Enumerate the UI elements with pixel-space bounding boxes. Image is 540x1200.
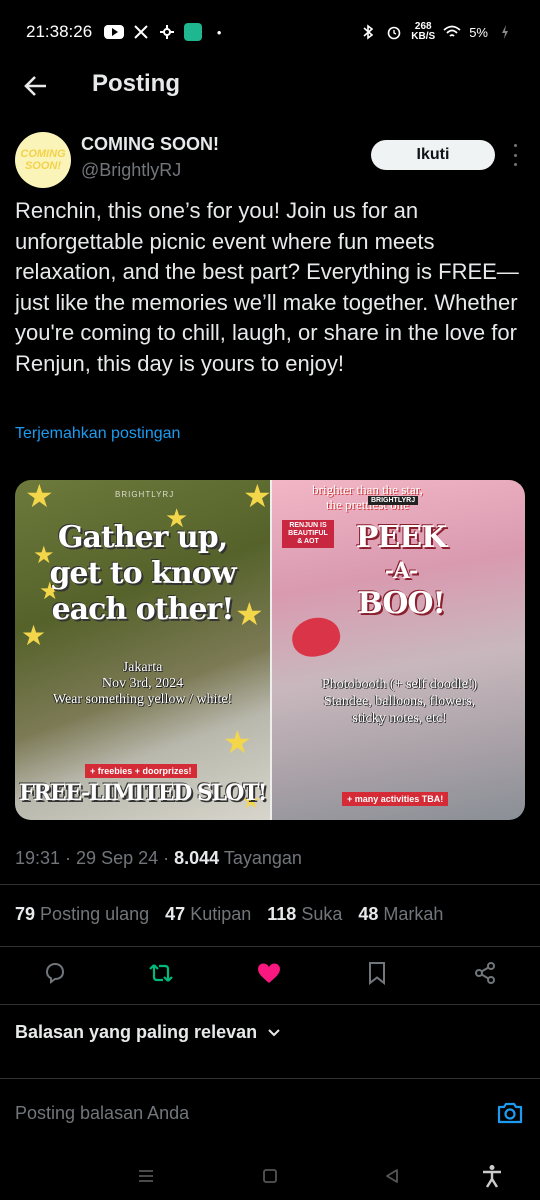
- activities-right: Photobooth (+ self doodle!) Standee, bal…: [321, 677, 478, 726]
- watermark-left: BRIGHTLYRJ: [115, 490, 175, 499]
- more-options-button[interactable]: [509, 144, 521, 166]
- battery-level: 5%: [469, 24, 488, 40]
- star-icon: ★: [223, 724, 252, 760]
- share-button[interactable]: [472, 960, 498, 986]
- like-button[interactable]: [256, 960, 282, 986]
- recent-apps-button[interactable]: [134, 1164, 158, 1188]
- system-back-button[interactable]: [380, 1164, 404, 1188]
- pinwheel-icon: [158, 23, 176, 41]
- accessibility-icon: [483, 1165, 501, 1188]
- tweet-media[interactable]: ★ ★ ★ ★ ★ ★ ★ ★ ★ BRIGHTLYRJ Gather up, …: [15, 480, 525, 820]
- divider: [0, 946, 540, 947]
- home-square-icon: [263, 1169, 277, 1183]
- heart-filled-icon: [258, 963, 280, 983]
- author-display-name[interactable]: COMING SOON!: [81, 134, 219, 155]
- system-nav-bar: [0, 1152, 540, 1200]
- home-button[interactable]: [258, 1164, 282, 1188]
- tweet-text: Renchin, this one’s for you! Join us for…: [15, 198, 519, 376]
- divider: [0, 1004, 540, 1005]
- tweet-meta: 19:31 · 29 Sep 24 · 8.044 Tayangan: [15, 848, 302, 868]
- status-time: 21:38:26: [26, 22, 93, 41]
- chevron-down-icon: [268, 1028, 280, 1036]
- data-speed: 268 KB/S: [411, 21, 436, 42]
- star-icon: ★: [243, 480, 272, 514]
- freebies-badge: + freebies + doorprizes!: [85, 764, 197, 778]
- camera-icon: [497, 1102, 523, 1124]
- tweet-date: 29 Sep 24: [76, 848, 159, 868]
- charging-icon: [496, 23, 514, 41]
- wifi-icon: [443, 23, 461, 41]
- avatar[interactable]: COMING SOON!: [15, 132, 71, 188]
- tweet-author: COMING SOON! COMING SOON! @BrightlyRJ Ik…: [15, 130, 525, 190]
- watermark-right: BRIGHTLYRJ: [368, 496, 419, 505]
- views-label[interactable]: Tayangan: [224, 848, 302, 868]
- activities-badge: + many activities TBA!: [342, 792, 449, 806]
- alarm-icon: [385, 23, 403, 41]
- quotes-stat[interactable]: 47 Kutipan: [165, 904, 251, 925]
- author-handle[interactable]: @BrightlyRJ: [81, 160, 181, 181]
- event-details-left: Jakarta Nov 3rd, 2024 Wear something yel…: [52, 660, 233, 707]
- reply-bubble-icon: [45, 962, 65, 984]
- share-icon: [475, 962, 495, 984]
- reply-input[interactable]: [15, 1098, 475, 1128]
- headline-right: PEEK -A- BOO!: [355, 520, 447, 621]
- tweet-actions: [0, 950, 540, 996]
- more-dot-icon: [513, 144, 517, 147]
- reply-sort-label: Balasan yang paling relevan: [15, 1022, 258, 1042]
- follow-button[interactable]: Ikuti: [371, 140, 495, 170]
- top-header: Posting: [0, 64, 540, 108]
- back-button[interactable]: [22, 72, 50, 100]
- arrow-left-icon: [24, 76, 46, 96]
- bookmark-icon: [369, 962, 385, 985]
- renjun-sticker: RENJUN IS BEAUTIFUL & AOT: [282, 520, 334, 548]
- divider: [0, 1078, 540, 1079]
- back-triangle-icon: [386, 1169, 398, 1183]
- reposts-stat[interactable]: 79 Posting ulang: [15, 904, 149, 925]
- translate-link[interactable]: Terjemahkan postingan: [15, 425, 180, 443]
- likes-stat[interactable]: 118 Suka: [267, 904, 342, 925]
- star-icon: ★: [25, 480, 54, 514]
- engagement-stats: 79 Posting ulang 47 Kutipan 118 Suka 48 …: [15, 904, 443, 925]
- menu-lines-icon: [139, 1170, 153, 1182]
- reply-button[interactable]: [42, 960, 68, 986]
- youtube-icon: [104, 25, 125, 39]
- avatar-text: COMING SOON!: [20, 148, 66, 172]
- camera-button[interactable]: [496, 1100, 524, 1126]
- media-image-left[interactable]: ★ ★ ★ ★ ★ ★ ★ ★ ★ BRIGHTLYRJ Gather up, …: [15, 480, 272, 820]
- divider: [0, 884, 540, 885]
- view-count: 8.044: [174, 848, 220, 868]
- reply-sort-dropdown[interactable]: Balasan yang paling relevan: [15, 1022, 281, 1043]
- footer-left: FREE-LIMITED SLOT!: [19, 780, 267, 806]
- tweet-time: 19:31: [15, 848, 61, 868]
- repost-button[interactable]: [148, 960, 174, 986]
- bookmark-button[interactable]: [364, 960, 390, 986]
- media-image-right[interactable]: brighter than the star, the prettiest on…: [270, 480, 525, 820]
- bookmarks-stat[interactable]: 48 Markah: [358, 904, 443, 925]
- bluetooth-icon: [359, 23, 377, 41]
- accessibility-button[interactable]: [480, 1164, 504, 1188]
- status-bar: 21:38:26 • 268 KB/S 5%: [0, 0, 540, 64]
- x-logo-icon: [132, 23, 150, 41]
- reply-composer: [0, 1080, 540, 1146]
- repost-icon: [149, 964, 173, 982]
- notification-dot-icon: •: [216, 24, 222, 40]
- headline-left: Gather up, get to know each other!: [49, 520, 236, 627]
- page-title: Posting: [92, 70, 180, 97]
- chat-app-icon: [184, 23, 203, 41]
